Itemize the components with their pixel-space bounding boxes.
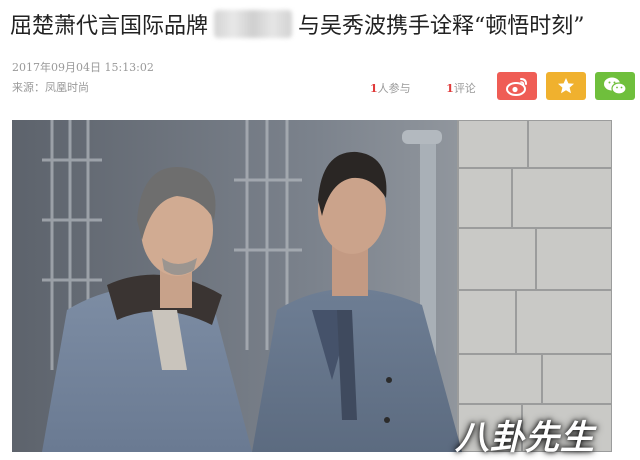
photo-watermark: 八卦先生 bbox=[455, 418, 595, 458]
article-stats: 1人参与 1评论 bbox=[370, 80, 508, 96]
participants-count: 1 bbox=[370, 82, 378, 95]
favorite-button[interactable] bbox=[546, 72, 586, 100]
comments-stat[interactable]: 1评论 bbox=[446, 82, 476, 95]
weibo-icon bbox=[506, 78, 527, 96]
participants-stat[interactable]: 1人参与 bbox=[370, 82, 414, 95]
publish-datetime: 2017年09月04日 15:13:02 bbox=[12, 61, 154, 74]
share-weibo-button[interactable] bbox=[497, 72, 537, 100]
wechat-icon bbox=[604, 77, 627, 95]
title-part2: 与吴秀波携手诠释“顿悟时刻” bbox=[298, 14, 585, 39]
article-title: 屈楚萧代言国际品牌 与吴秀波携手诠释“顿悟时刻” bbox=[10, 8, 630, 40]
comments-count: 1 bbox=[446, 82, 454, 95]
title-part1: 屈楚萧代言国际品牌 bbox=[10, 14, 209, 39]
blurred-brand-name bbox=[214, 10, 293, 38]
article-meta: 2017年09月04日 15:13:02 来源：凤凰时尚 bbox=[12, 58, 154, 98]
share-wechat-button[interactable] bbox=[595, 72, 635, 100]
article-source: 来源：凤凰时尚 bbox=[12, 81, 89, 94]
article-photo bbox=[12, 120, 612, 452]
photo-illustration bbox=[12, 120, 612, 452]
participants-label: 人参与 bbox=[377, 82, 411, 95]
comments-label: 评论 bbox=[453, 82, 476, 95]
star-icon bbox=[558, 78, 574, 94]
